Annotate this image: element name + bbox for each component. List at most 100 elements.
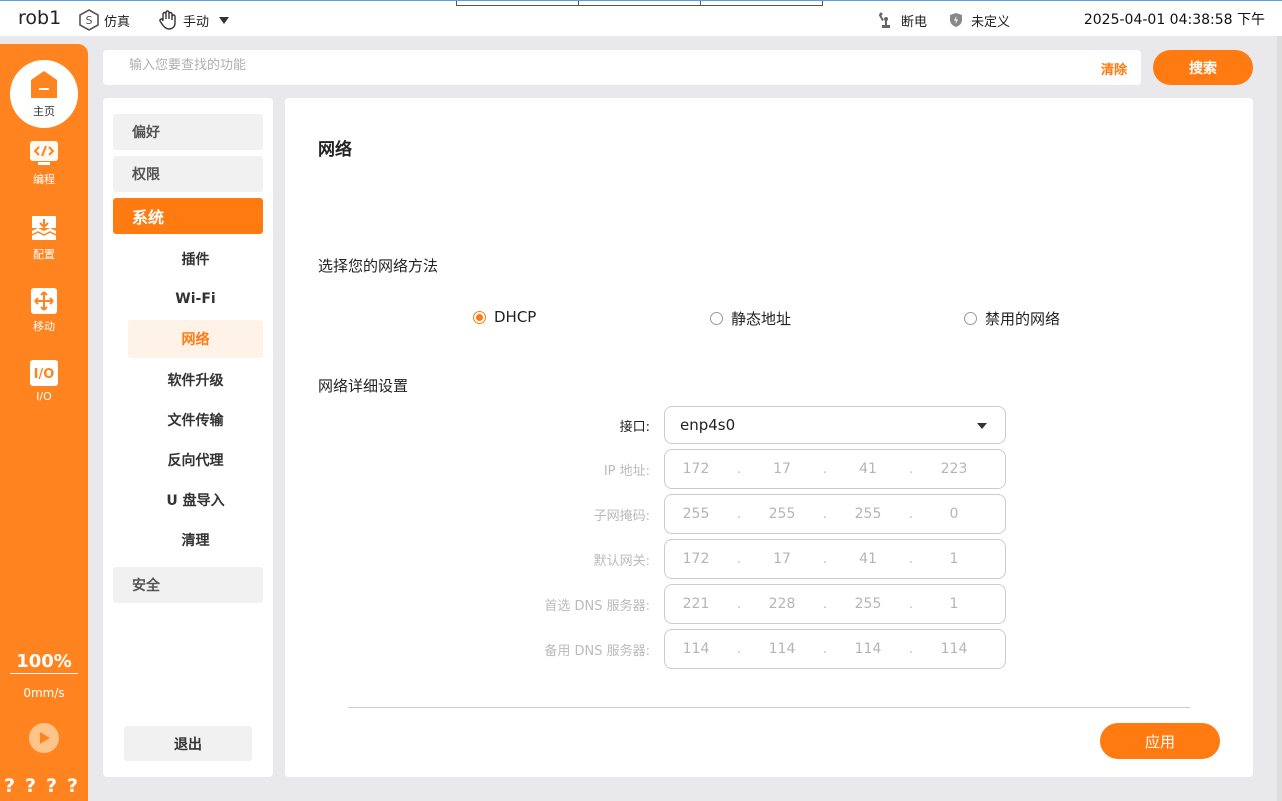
network-panel: 网络 选择您的网络方法 DHCP 静态地址 禁用的网络 网络详细设置 接口: e… [285,98,1253,777]
gateway-octet[interactable]: 17 [751,551,813,567]
simulation-icon: S [78,9,100,31]
mask-octet[interactable]: 255 [665,506,727,522]
gateway-octet[interactable]: 1 [923,551,985,567]
shield-icon [945,9,967,31]
radio-static[interactable]: 静态地址 [710,308,791,329]
radio-static-label: 静态地址 [731,310,792,328]
chevron-down-icon [219,16,230,24]
nav-home-label: 主页 [33,105,55,118]
dns-secondary-octet[interactable]: 114 [665,641,727,657]
details-section-label: 网络详细设置 [318,377,409,395]
simulation-toggle[interactable]: S 仿真 [78,9,130,31]
io-icon: I/O [30,360,58,386]
dns-secondary-octet[interactable]: 114 [837,641,899,657]
mask-octet[interactable]: 255 [837,506,899,522]
dns-secondary-field[interactable]: 114. 114. 114. 114 [664,629,1006,669]
safety-status[interactable]: 未定义 [945,9,1010,31]
menu-cleanup[interactable]: 清理 [128,521,263,559]
manual-mode-label: 手动 [183,14,210,30]
interface-row: 接口: enp4s0 [285,406,1253,446]
radio-disabled[interactable]: 禁用的网络 [964,308,1060,329]
mask-octet[interactable]: 0 [923,506,985,522]
speed-percent[interactable]: 100% [10,651,78,674]
nav-move[interactable]: 移动 [0,288,88,334]
menu-reverse-proxy[interactable]: 反向代理 [128,441,263,479]
clear-button[interactable]: 清除 [1101,59,1127,78]
radio-dhcp-indicator[interactable] [473,310,486,324]
home-icon [31,71,57,98]
menu-software-upgrade[interactable]: 软件升级 [128,361,263,399]
dns-secondary-row: 备用 DNS 服务器: 114. 114. 114. 114 [285,629,1253,669]
radio-static-indicator[interactable] [710,312,723,325]
robot-arm-icon [875,9,897,31]
status-indicator[interactable]: ? [4,775,19,797]
subnet-mask-field[interactable]: 255. 255. 255. 0 [664,494,1006,534]
radio-disabled-label: 禁用的网络 [985,310,1061,328]
menu-network[interactable]: 网络 [128,320,263,358]
power-status[interactable]: 断电 [875,9,927,31]
page-title: 网络 [318,140,352,160]
menu-file-transfer[interactable]: 文件传输 [128,401,263,439]
dns-primary-field[interactable]: 221. 228. 255. 1 [664,584,1006,624]
ip-octet[interactable]: 41 [837,461,899,477]
safety-label: 未定义 [971,14,1011,30]
move-arrows-icon [31,288,57,314]
menu-wifi[interactable]: Wi-Fi [128,280,263,318]
dns-primary-octet[interactable]: 1 [923,596,985,612]
menu-security[interactable]: 安全 [113,567,263,603]
status-indicator[interactable]: ? [67,775,82,797]
nav-io[interactable]: I/O I/O [0,360,88,403]
dns-primary-octet[interactable]: 228 [751,596,813,612]
robot-name[interactable]: rob1 [18,7,61,29]
gateway-octet[interactable]: 172 [665,551,727,567]
dns-secondary-octet[interactable]: 114 [923,641,985,657]
status-indicator[interactable]: ? [46,775,61,797]
nav-program-label: 编程 [33,173,55,186]
menu-system[interactable]: 系统 [113,198,263,234]
dns-primary-octet[interactable]: 255 [837,596,899,612]
radio-disabled-indicator[interactable] [964,312,977,325]
config-icon [31,216,57,240]
ip-octet[interactable]: 172 [665,461,727,477]
mask-label: 子网掩码: [593,509,650,524]
nav-program[interactable]: 编程 [0,141,88,187]
gateway-octet[interactable]: 41 [837,551,899,567]
left-nav: 主页 编程 配置 移动 I/O I/O 100% 0mm/s ? ? ? ? [0,44,88,801]
nav-home[interactable]: 主页 [10,60,78,128]
menu-permissions[interactable]: 权限 [113,156,263,192]
dns-secondary-label: 备用 DNS 服务器: [544,644,650,659]
search-button[interactable]: 搜索 [1153,50,1253,85]
ip-octet[interactable]: 223 [923,461,985,477]
menu-usb-import[interactable]: U 盘导入 [128,481,263,519]
ip-address-field[interactable]: 172. 17. 41. 223 [664,449,1006,489]
nav-move-label: 移动 [33,320,55,333]
gateway-row: 默认网关: 172. 17. 41. 1 [285,539,1253,579]
method-section-label: 选择您的网络方法 [318,257,439,275]
dns-secondary-octet[interactable]: 114 [751,641,813,657]
interface-select[interactable]: enp4s0 [664,406,1006,444]
radio-dhcp-label: DHCP [494,308,537,326]
speed-value: 0mm/s [23,686,65,700]
svg-text:S: S [86,14,93,27]
ip-octet[interactable]: 17 [751,461,813,477]
logout-button[interactable]: 退出 [124,726,252,761]
hand-icon [157,9,179,31]
gateway-field[interactable]: 172. 17. 41. 1 [664,539,1006,579]
ip-label: IP 地址: [603,464,650,479]
menu-preferences[interactable]: 偏好 [113,114,263,150]
manual-mode-dropdown[interactable]: 手动 [157,9,230,31]
interface-label: 接口: [619,420,650,435]
dns-primary-octet[interactable]: 221 [665,596,727,612]
power-label: 断电 [901,14,928,30]
apply-button[interactable]: 应用 [1100,723,1220,759]
menu-plugins[interactable]: 插件 [128,240,263,278]
scrollbar[interactable] [1277,36,1282,801]
nav-config-label: 配置 [33,248,55,261]
status-indicator[interactable]: ? [25,775,40,797]
top-bar: rob1 S 仿真 手动 断电 未定义 2025-04-01 04:38:58 … [0,0,1282,36]
radio-dhcp[interactable]: DHCP [473,308,536,326]
mask-octet[interactable]: 255 [751,506,813,522]
nav-config[interactable]: 配置 [0,214,88,262]
play-button[interactable] [29,723,59,753]
search-input[interactable] [129,58,1029,73]
